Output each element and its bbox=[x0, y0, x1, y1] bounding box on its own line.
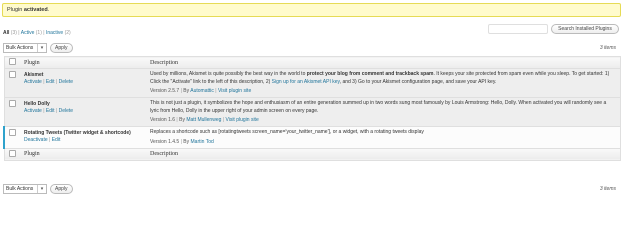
row-checkbox[interactable] bbox=[8, 71, 16, 78]
filter-all-link[interactable]: All bbox=[3, 30, 9, 36]
items-count-top: 3 items bbox=[599, 45, 616, 51]
chevron-down-icon: ▾ bbox=[37, 185, 46, 193]
plugins-table: Plugin Description Akismet Activate | Ed… bbox=[3, 56, 621, 161]
notice-text-pre: Plugin bbox=[7, 7, 24, 13]
row-actions: Deactivate | Edit bbox=[24, 137, 61, 143]
table-row: Rotating Tweets (Twitter widget & shortc… bbox=[3, 126, 621, 149]
plugin-description: This is not just a plugin, it symbolizes… bbox=[150, 100, 607, 114]
table-row: Akismet Activate | Edit | Delete Used by… bbox=[4, 68, 621, 98]
row-checkbox[interactable] bbox=[9, 129, 16, 136]
table-row: Hello Dolly Activate | Edit | Delete Thi… bbox=[4, 97, 621, 127]
plugin-description-cell: Used by millions, Akismet is quite possi… bbox=[146, 68, 621, 98]
row-actions: Activate | Edit | Delete bbox=[24, 79, 74, 85]
column-description: Description bbox=[146, 147, 621, 160]
notice-text-post: . bbox=[47, 7, 50, 13]
plugin-version-line: Version 2.5.7 | By Automattic | Visit pl… bbox=[150, 88, 252, 94]
visit-plugin-site-link[interactable]: Visit plugin site bbox=[225, 117, 258, 123]
plugin-title-cell: Akismet Activate | Edit | Delete bbox=[20, 68, 146, 98]
edit-link[interactable]: Edit bbox=[46, 79, 55, 85]
select-all-checkbox[interactable] bbox=[8, 149, 16, 157]
plugin-version: Version 1.4.5 bbox=[150, 138, 180, 145]
bulk-actions-selected: Bulk Actions bbox=[6, 186, 34, 192]
by-label: By bbox=[179, 117, 185, 123]
delete-link[interactable]: Delete bbox=[59, 108, 73, 114]
plugin-version: Version 1.6 bbox=[150, 117, 176, 123]
visit-plugin-site-link[interactable]: Visit plugin site bbox=[218, 88, 251, 94]
chevron-down-icon: ▾ bbox=[37, 44, 46, 52]
select-all-cell[interactable] bbox=[4, 147, 20, 160]
filter-inactive-link[interactable]: Inactive bbox=[46, 30, 63, 36]
plugin-title-cell: Rotating Tweets (Twitter widget & shortc… bbox=[20, 126, 146, 149]
filter-all-count: (3) bbox=[10, 30, 17, 36]
plugin-description-cell: This is not just a plugin, it symbolizes… bbox=[146, 97, 621, 127]
plugin-name: Akismet bbox=[24, 72, 44, 78]
apply-button-top[interactable]: Apply bbox=[50, 43, 73, 53]
delete-link[interactable]: Delete bbox=[59, 79, 73, 85]
items-count-bottom: 3 items bbox=[599, 186, 616, 192]
column-description: Description bbox=[146, 56, 621, 69]
plugin-version: Version 2.5.7 bbox=[150, 88, 180, 94]
plugin-description: Replaces a shortcode such as [rotatingtw… bbox=[150, 129, 424, 135]
edit-link[interactable]: Edit bbox=[52, 137, 61, 143]
deactivate-link[interactable]: Deactivate bbox=[24, 137, 48, 143]
plugin-description: Used by millions, Akismet is quite possi… bbox=[150, 71, 610, 85]
filter-inactive-count: (2) bbox=[64, 30, 71, 36]
row-actions: Activate | Edit | Delete bbox=[24, 108, 74, 114]
bulk-actions-select-bottom[interactable]: Bulk Actions ▾ bbox=[3, 184, 47, 194]
plugin-description-cell: Replaces a shortcode such as [rotatingtw… bbox=[146, 126, 621, 149]
bulk-actions-selected: Bulk Actions bbox=[6, 45, 34, 51]
table-header-row: Plugin Description bbox=[4, 56, 621, 69]
column-plugin: Plugin bbox=[20, 56, 146, 69]
table-footer-row: Plugin Description bbox=[4, 147, 621, 160]
plugin-name: Rotating Tweets (Twitter widget & shortc… bbox=[24, 130, 131, 136]
activate-link[interactable]: Activate bbox=[24, 79, 42, 85]
row-checkbox-cell[interactable] bbox=[3, 126, 20, 149]
plugin-version-line: Version 1.4.5 | By Martin Tod bbox=[150, 138, 214, 145]
plugin-name: Hello Dolly bbox=[24, 101, 50, 107]
edit-link[interactable]: Edit bbox=[46, 108, 55, 114]
bulk-actions-select-top[interactable]: Bulk Actions ▾ bbox=[3, 43, 47, 53]
filter-separator: | bbox=[18, 30, 20, 36]
plugin-title-cell: Hello Dolly Activate | Edit | Delete bbox=[20, 97, 146, 127]
column-plugin: Plugin bbox=[20, 147, 146, 160]
apply-button-bottom[interactable]: Apply bbox=[50, 184, 73, 194]
row-checkbox-cell[interactable] bbox=[4, 68, 20, 98]
activation-notice: Plugin activated. bbox=[2, 3, 621, 17]
by-label: By bbox=[183, 88, 190, 94]
notice-text-strong: activated bbox=[23, 7, 48, 13]
row-checkbox-cell[interactable] bbox=[4, 97, 20, 127]
filter-separator: | bbox=[43, 30, 45, 36]
row-checkbox[interactable] bbox=[8, 100, 16, 107]
filter-active-count: (1) bbox=[35, 30, 42, 36]
search-installed-plugins-button[interactable]: Search Installed Plugins bbox=[551, 24, 619, 34]
by-label: By bbox=[183, 138, 190, 145]
plugin-author-link[interactable]: Matt Mullenweg bbox=[186, 117, 221, 123]
select-all-cell[interactable] bbox=[4, 56, 20, 69]
plugin-status-filters: All (3) | Active (1) | Inactive (2) bbox=[3, 30, 71, 36]
plugin-author-link[interactable]: Automattic bbox=[190, 88, 214, 94]
description-highlight: protect your blog from comment and track… bbox=[306, 71, 434, 77]
plugin-author-link[interactable]: Martin Tod bbox=[191, 139, 214, 145]
activate-link[interactable]: Activate bbox=[24, 108, 42, 114]
filter-active-link[interactable]: Active bbox=[21, 30, 35, 36]
plugin-version-line: Version 1.6 | By Matt Mullenweg | Visit … bbox=[150, 117, 259, 123]
plugin-search-input[interactable] bbox=[488, 24, 548, 34]
select-all-checkbox[interactable] bbox=[8, 58, 16, 65]
akismet-signup-link[interactable]: Sign up for an Akismet API key bbox=[272, 79, 340, 85]
